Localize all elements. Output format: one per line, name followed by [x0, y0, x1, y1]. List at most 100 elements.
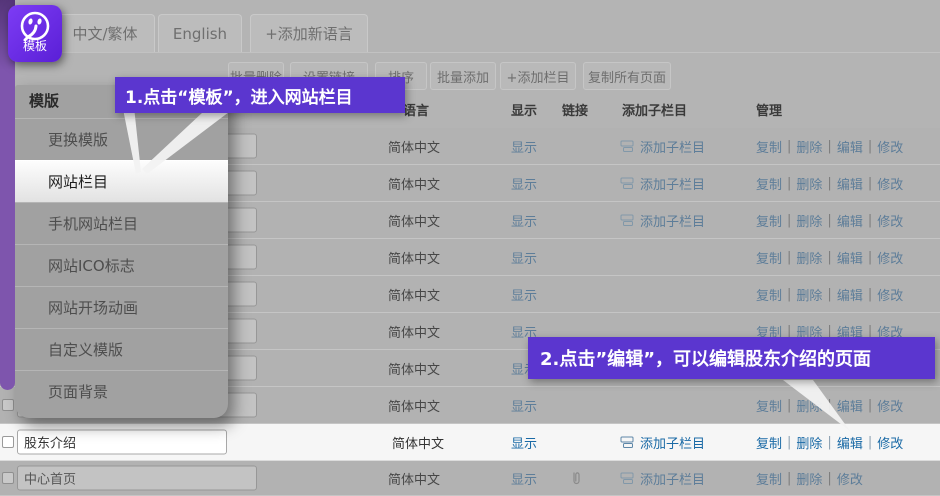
separator: | [787, 287, 791, 302]
chat-face-icon [18, 10, 52, 46]
separator: | [787, 471, 791, 486]
layers-icon [620, 472, 635, 485]
template-launcher-button[interactable]: 模板 [8, 5, 62, 62]
manage-cell: 复制|删除|编辑|修改 [756, 239, 903, 275]
menu-item-site-columns[interactable]: 网站栏目 [15, 160, 228, 202]
add-sub-column-link[interactable]: 添加子栏目 [620, 165, 705, 201]
separator: | [787, 435, 791, 450]
add-sub-column-link[interactable]: 添加子栏目 [620, 128, 705, 164]
modify-link[interactable]: 修改 [877, 137, 903, 156]
edit-link[interactable]: 编辑 [837, 433, 863, 452]
copy-link[interactable]: 复制 [756, 396, 782, 415]
column-name-input[interactable] [17, 466, 257, 491]
language-cell: 简体中文 [392, 424, 444, 460]
show-link[interactable]: 显示 [511, 165, 537, 201]
show-link[interactable]: 显示 [511, 202, 537, 238]
modify-link[interactable]: 修改 [837, 469, 863, 488]
manage-cell: 复制|删除|编辑|修改 [756, 165, 903, 201]
separator: | [827, 139, 831, 154]
copy-link[interactable]: 复制 [756, 211, 782, 230]
add-column-button[interactable]: +添加栏目 [500, 62, 576, 90]
delete-link[interactable]: 删除 [796, 211, 822, 230]
column-name-input[interactable] [17, 430, 227, 455]
copy-link[interactable]: 复制 [756, 174, 782, 193]
menu-item-custom-template[interactable]: 自定义模版 [15, 328, 228, 370]
modify-link[interactable]: 修改 [877, 211, 903, 230]
manage-cell: 复制|删除|编辑|修改 [756, 387, 903, 423]
modify-link[interactable]: 修改 [877, 396, 903, 415]
menu-item-page-background[interactable]: 页面背景 [15, 370, 228, 412]
row-checkbox[interactable] [2, 399, 14, 411]
separator: | [868, 287, 872, 302]
menu-item-intro-animation[interactable]: 网站开场动画 [15, 286, 228, 328]
add-sub-column-link[interactable]: 添加子栏目 [620, 424, 705, 460]
copy-link[interactable]: 复制 [756, 248, 782, 267]
language-cell: 简体中文 [388, 350, 440, 386]
modify-link[interactable]: 修改 [877, 174, 903, 193]
delete-link[interactable]: 删除 [796, 396, 822, 415]
show-link[interactable]: 显示 [511, 128, 537, 164]
modify-link[interactable]: 修改 [877, 248, 903, 267]
edit-link[interactable]: 编辑 [837, 396, 863, 415]
table-row-shareholder-intro: 简体中文 显示 添加子栏目 复制|删除|编辑|修改 [0, 424, 940, 461]
delete-link[interactable]: 删除 [796, 248, 822, 267]
menu-item-mobile-site-columns[interactable]: 手机网站栏目 [15, 202, 228, 244]
delete-link[interactable]: 删除 [796, 174, 822, 193]
delete-link[interactable]: 删除 [796, 469, 822, 488]
manage-cell: 复制|删除|编辑|修改 [756, 424, 903, 460]
language-cell: 简体中文 [388, 313, 440, 349]
add-sub-column-link[interactable]: 添加子栏目 [620, 461, 705, 495]
tab-label: +添加新语言 [265, 23, 353, 44]
separator: | [827, 471, 831, 486]
separator: | [868, 139, 872, 154]
page: 中文/繁体 English +添加新语言 批量删除 设置链接 排序 批量添加 +… [0, 0, 940, 496]
add-sub-column-label: 添加子栏目 [640, 137, 705, 156]
show-link[interactable]: 显示 [511, 424, 537, 460]
separator: | [827, 435, 831, 450]
delete-link[interactable]: 删除 [796, 433, 822, 452]
delete-link[interactable]: 删除 [796, 285, 822, 304]
header-manage: 管理 [756, 95, 782, 128]
tab-label: 中文/繁体 [72, 23, 137, 44]
edit-link[interactable]: 编辑 [837, 248, 863, 267]
menu-item-change-template[interactable]: 更换模版 [15, 118, 228, 160]
language-cell: 简体中文 [388, 387, 440, 423]
add-sub-column-label: 添加子栏目 [640, 433, 705, 452]
layers-icon [620, 140, 635, 153]
layers-icon [620, 177, 635, 190]
menu-item-site-ico[interactable]: 网站ICO标志 [15, 244, 228, 286]
copy-link[interactable]: 复制 [756, 469, 782, 488]
tutorial-step1-callout: 1.点击“模板”，进入网站栏目 [115, 77, 405, 113]
language-cell: 简体中文 [388, 461, 440, 495]
copy-link[interactable]: 复制 [756, 433, 782, 452]
batch-add-button[interactable]: 批量添加 [430, 62, 496, 90]
edit-link[interactable]: 编辑 [837, 137, 863, 156]
delete-link[interactable]: 删除 [796, 137, 822, 156]
separator: | [827, 213, 831, 228]
tab-add-language[interactable]: +添加新语言 [250, 14, 368, 52]
show-link[interactable]: 显示 [511, 239, 537, 275]
manage-cell: 复制 | 删除 | 修改 [756, 461, 863, 495]
row-checkbox[interactable] [2, 436, 14, 448]
edit-link[interactable]: 编辑 [837, 211, 863, 230]
show-link[interactable]: 显示 [511, 461, 537, 495]
tab-label: English [173, 25, 227, 43]
tab-chinese-traditional[interactable]: 中文/繁体 [55, 14, 155, 52]
add-sub-column-label: 添加子栏目 [640, 469, 705, 488]
tab-english[interactable]: English [158, 14, 242, 52]
modify-link[interactable]: 修改 [877, 433, 903, 452]
step1-text: 1.点击“模板”，进入网站栏目 [125, 83, 353, 108]
copy-all-pages-button[interactable]: 复制所有页面 [583, 62, 671, 90]
modify-link[interactable]: 修改 [877, 285, 903, 304]
add-sub-column-link[interactable]: 添加子栏目 [620, 202, 705, 238]
show-link[interactable]: 显示 [511, 276, 537, 312]
copy-link[interactable]: 复制 [756, 285, 782, 304]
button-label: +添加栏目 [507, 67, 570, 86]
show-link[interactable]: 显示 [511, 387, 537, 423]
step2-text: 2.点击”编辑”，可以编辑股东介绍的页面 [540, 345, 871, 371]
separator: | [827, 398, 831, 413]
row-checkbox[interactable] [2, 472, 14, 484]
edit-link[interactable]: 编辑 [837, 174, 863, 193]
copy-link[interactable]: 复制 [756, 137, 782, 156]
edit-link[interactable]: 编辑 [837, 285, 863, 304]
